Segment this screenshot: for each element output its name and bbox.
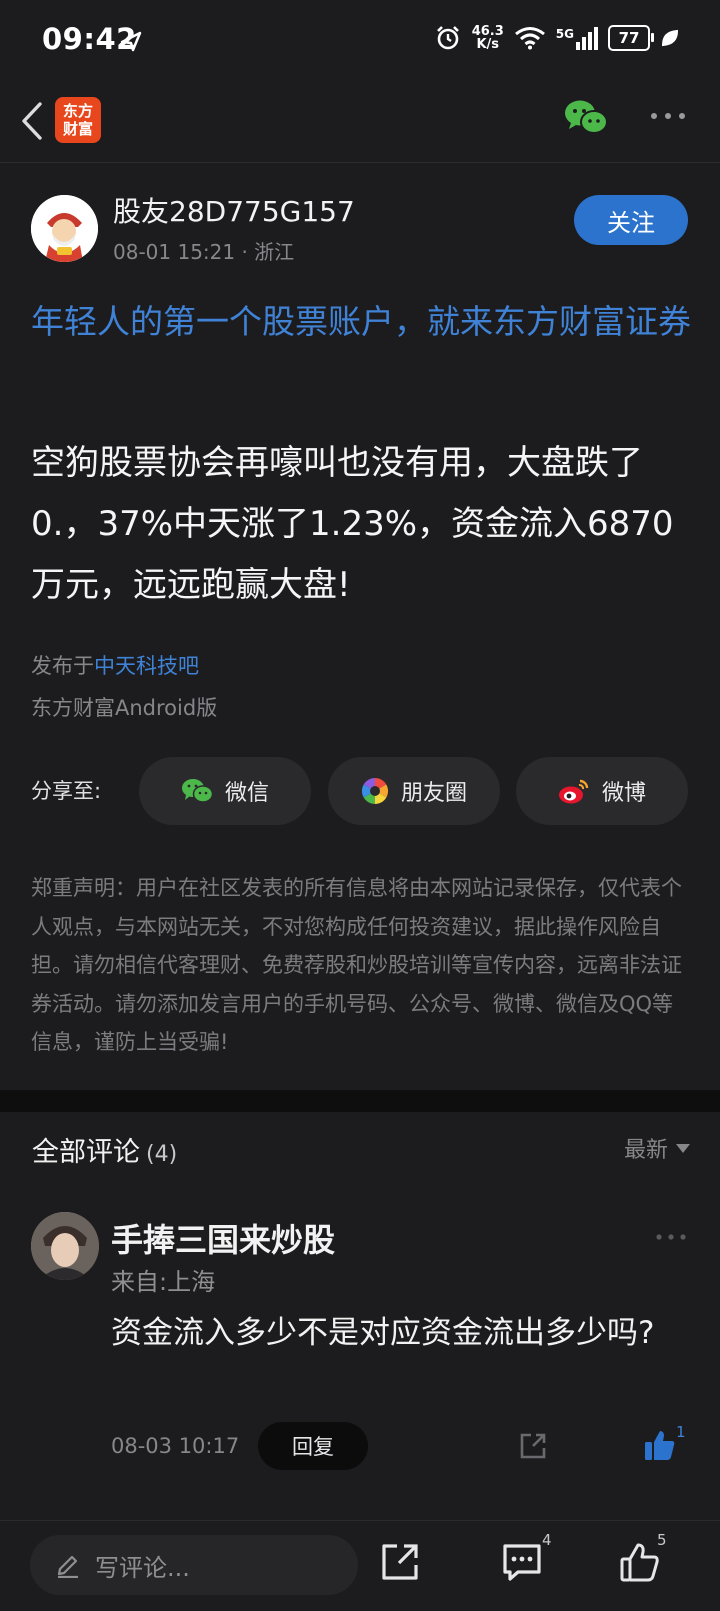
share-weibo-button[interactable]: 微博	[516, 757, 688, 825]
caret-down-icon	[676, 1143, 690, 1153]
comment-input[interactable]: 写评论...	[30, 1535, 358, 1595]
wechat-icon	[181, 779, 213, 803]
post-body: 空狗股票协会再嚎叫也没有用，大盘跌了0.，37%中天涨了1.23%，资金流入68…	[31, 443, 674, 605]
comments-header: 全部评论 (4)	[32, 1137, 178, 1168]
comment-share-icon[interactable]	[517, 1430, 549, 1462]
disclaimer: 郑重声明：用户在社区发表的所有信息将由本网站记录保存，仅代表个人观点，与本网站无…	[31, 876, 682, 1054]
author-name[interactable]: 股友28D775G157	[113, 190, 355, 230]
comment-count-badge: 4	[542, 1531, 552, 1549]
sort-dropdown[interactable]: 最新	[624, 1132, 690, 1164]
author-avatar[interactable]	[31, 195, 98, 262]
commenter-location: 来自:上海	[111, 1268, 216, 1296]
reply-button[interactable]: 回复	[258, 1422, 368, 1470]
status-indicators: 46.3 K/s 5G 77	[434, 24, 680, 52]
like-count-badge: 5	[657, 1531, 667, 1549]
bottom-bar: 写评论... 4 5	[0, 1520, 720, 1611]
commenter-avatar[interactable]	[31, 1212, 99, 1280]
comment-like-icon[interactable]	[643, 1428, 677, 1462]
wechat-share-icon[interactable]	[563, 98, 609, 138]
cellular-signal: 5G	[556, 26, 598, 50]
comment-icon[interactable]	[500, 1540, 544, 1584]
top-nav: 东方 财富	[0, 80, 720, 163]
battery-indicator: 77	[608, 25, 654, 51]
like-icon[interactable]	[618, 1540, 662, 1584]
section-divider	[0, 1090, 720, 1112]
back-button[interactable]	[14, 98, 54, 144]
moments-icon	[361, 777, 389, 805]
published-in: 发布于中天科技吧	[31, 654, 199, 678]
leaf-icon	[661, 29, 679, 47]
send-icon	[120, 31, 142, 52]
pencil-icon	[57, 1555, 78, 1578]
app-logo[interactable]: 东方 财富	[55, 97, 101, 143]
wifi-icon	[514, 27, 545, 50]
weibo-icon	[558, 779, 589, 804]
comment-time: 08-03 10:17	[111, 1434, 240, 1458]
promo-link[interactable]: 年轻人的第一个股票账户，就来东方财富证券	[31, 296, 696, 348]
comment-more-icon[interactable]	[655, 1232, 687, 1242]
share-moments-button[interactable]: 朋友圈	[328, 757, 500, 825]
alarm-icon	[436, 26, 459, 50]
client-info: 东方财富Android版	[31, 696, 218, 720]
status-bar: 09:42 46.3 K/s 5G 77	[0, 0, 720, 80]
share-wechat-button[interactable]: 微信	[139, 757, 311, 825]
share-label: 分享至:	[31, 779, 102, 803]
follow-button[interactable]: 关注	[574, 195, 688, 245]
comments-count: (4)	[146, 1142, 178, 1167]
comment-like-count: 1	[676, 1423, 686, 1441]
more-options-icon[interactable]	[650, 110, 686, 122]
comment-body: 资金流入多少不是对应资金流出多少吗?	[111, 1315, 655, 1351]
net-speed: 46.3 K/s	[471, 24, 504, 52]
share-icon[interactable]	[378, 1540, 422, 1584]
commenter-name[interactable]: 手捧三国来炒股	[111, 1215, 335, 1261]
post-meta: 08-01 15:21 · 浙江	[113, 240, 295, 264]
bar-link[interactable]: 中天科技吧	[94, 654, 199, 678]
